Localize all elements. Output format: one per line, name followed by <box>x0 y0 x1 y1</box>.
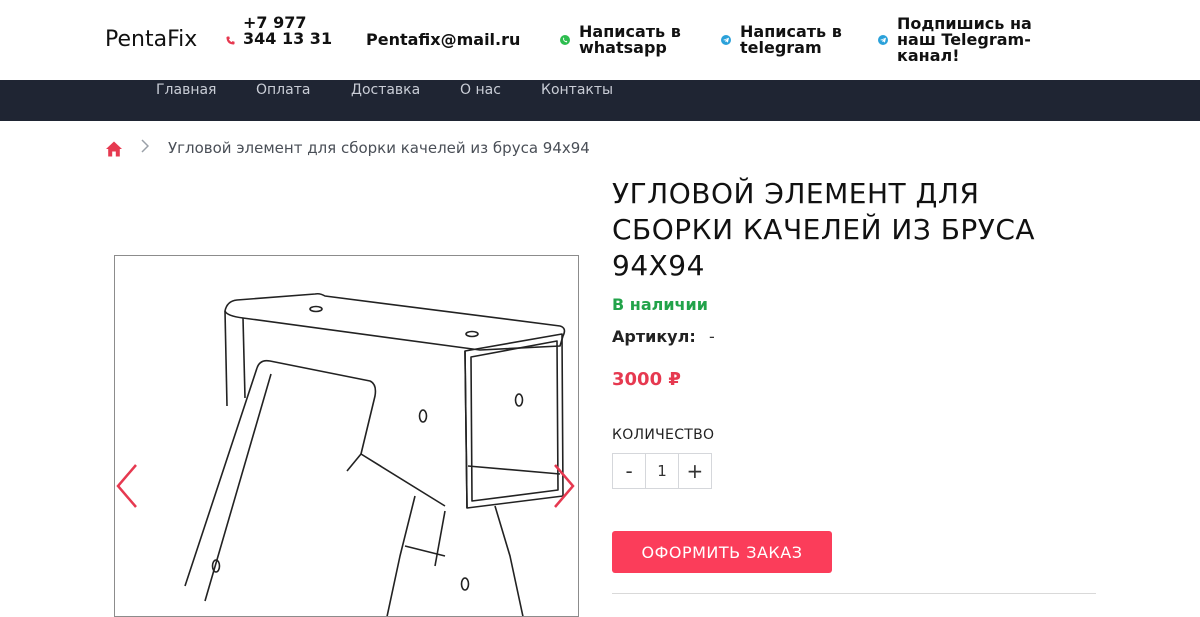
telegram-icon <box>878 35 888 45</box>
header-telegram-link[interactable]: Написать в telegram <box>740 24 845 56</box>
product-price: 3000 ₽ <box>612 369 681 390</box>
nav-item-delivery[interactable]: Доставка <box>351 82 420 98</box>
sku-value: - <box>709 327 715 346</box>
quantity-stepper: - 1 + <box>612 453 712 489</box>
product-title: УГЛОВОЙ ЭЛЕМЕНТ ДЛЯ СБОРКИ КАЧЕЛЕЙ ИЗ БР… <box>612 177 1036 282</box>
header-phone[interactable]: +7 977 344 13 31 <box>243 15 338 47</box>
nav-item-about[interactable]: О нас <box>460 82 501 98</box>
quantity-label: КОЛИЧЕСТВО <box>612 427 715 443</box>
whatsapp-icon <box>560 35 570 45</box>
gallery-next-button[interactable] <box>551 463 577 509</box>
home-icon[interactable] <box>105 140 123 162</box>
telegram-icon <box>721 35 731 45</box>
nav-item-contacts[interactable]: Контакты <box>541 82 613 98</box>
order-button[interactable]: ОФОРМИТЬ ЗАКАЗ <box>612 531 832 573</box>
main-nav: Главная Оплата Доставка О нас Контакты <box>0 80 1200 121</box>
stock-status: В наличии <box>612 295 708 314</box>
site-logo[interactable]: PentaFix <box>105 27 197 52</box>
breadcrumb-current: Угловой элемент для сборки качелей из бр… <box>168 139 590 157</box>
nav-item-home[interactable]: Главная <box>156 82 216 98</box>
sku-label: Артикул: <box>612 327 696 346</box>
site-header: PentaFix +7 977 344 13 31 Pentafix@mail.… <box>0 0 1200 80</box>
product-image[interactable] <box>114 255 579 617</box>
quantity-input[interactable]: 1 <box>645 454 679 488</box>
gallery-prev-button[interactable] <box>114 463 140 509</box>
quantity-decrease-button[interactable]: - <box>613 454 645 488</box>
phone-icon <box>226 36 235 45</box>
quantity-increase-button[interactable]: + <box>679 454 711 488</box>
header-email[interactable]: Pentafix@mail.ru <box>366 32 520 48</box>
divider <box>612 593 1096 594</box>
chevron-right-icon <box>141 139 150 157</box>
header-subscribe-link[interactable]: Подпишись на наш Telegram-канал! <box>897 16 1047 64</box>
nav-item-payment[interactable]: Оплата <box>256 82 310 98</box>
header-whatsapp-link[interactable]: Написать в whatsapp <box>579 24 689 56</box>
